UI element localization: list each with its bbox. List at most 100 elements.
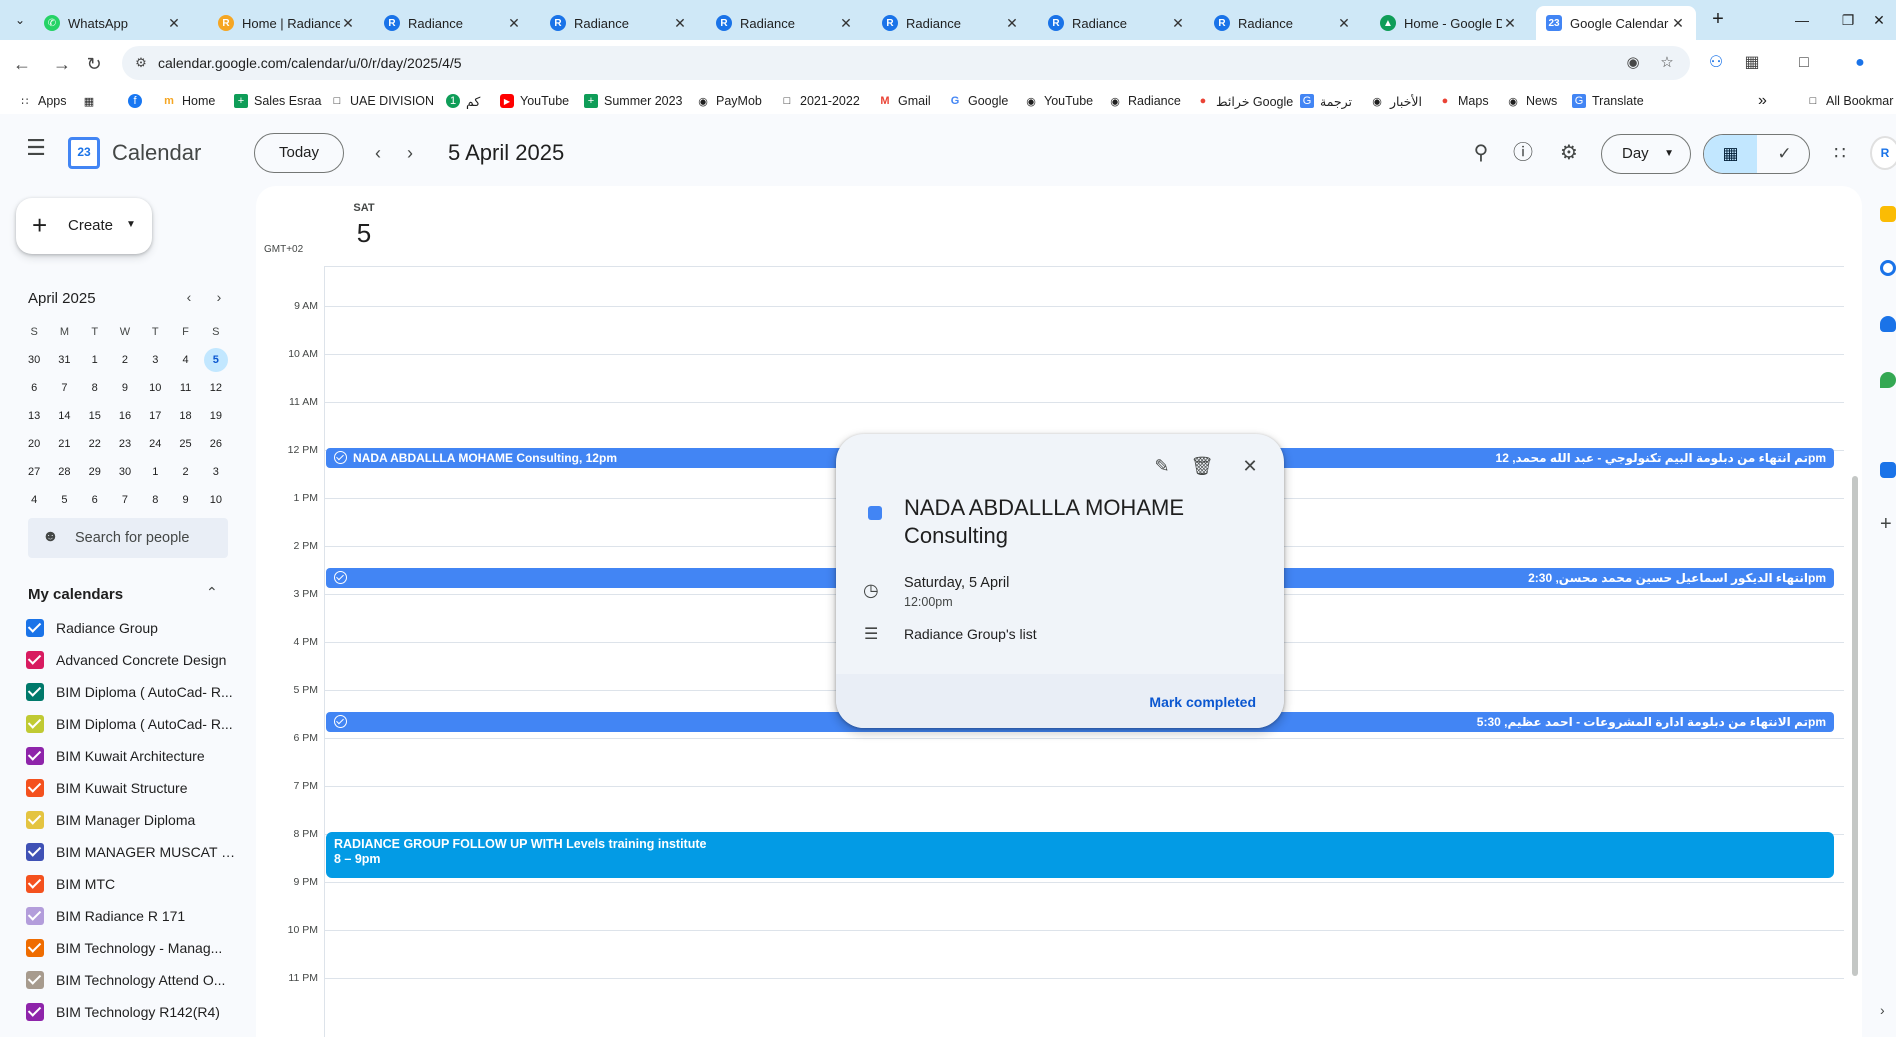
calendar-item[interactable]: Radiance Group bbox=[26, 612, 236, 644]
calendar-item[interactable]: BIM Technology R142(R4) bbox=[26, 996, 236, 1028]
edit-pencil-icon[interactable]: ✎ bbox=[1146, 450, 1178, 482]
eye-slash-icon[interactable]: ◉ bbox=[1624, 54, 1642, 72]
mini-day[interactable]: 9 bbox=[170, 486, 200, 514]
bookmark-youtube-2[interactable]: ◉ YouTube bbox=[1024, 91, 1093, 111]
day-header[interactable]: SAT 5 bbox=[344, 202, 384, 249]
calendar-item[interactable]: BIM Radiance R 171 bbox=[26, 900, 236, 932]
tab-radiance[interactable]: R Radiance ✕ bbox=[872, 6, 1030, 40]
mini-day[interactable]: 1 bbox=[140, 458, 170, 486]
close-tab-icon[interactable]: ✕ bbox=[166, 15, 182, 32]
mini-day[interactable]: 14 bbox=[49, 402, 79, 430]
bookmark-youtube[interactable]: ▶ YouTube bbox=[500, 91, 569, 111]
extensions-puzzle-icon[interactable]: ▦ bbox=[1740, 51, 1764, 75]
profile-avatar-icon[interactable]: ● bbox=[1848, 51, 1872, 75]
reload-icon[interactable]: ↻ bbox=[80, 50, 108, 78]
mini-day-selected[interactable]: 5 bbox=[201, 346, 231, 374]
my-calendars-title[interactable]: My calendars bbox=[28, 586, 123, 603]
checkbox-checked-icon[interactable] bbox=[26, 651, 44, 669]
reading-list-icon[interactable]: □ bbox=[1792, 51, 1816, 75]
mini-day[interactable]: 7 bbox=[49, 374, 79, 402]
mini-day[interactable]: 13 bbox=[19, 402, 49, 430]
url-text[interactable]: calendar.google.com/calendar/u/0/r/day/2… bbox=[158, 55, 462, 71]
mini-day[interactable]: 23 bbox=[110, 430, 140, 458]
tab-radiance[interactable]: R Radiance ✕ bbox=[540, 6, 698, 40]
bookmark-paymob[interactable]: ◉ PayMob bbox=[696, 91, 762, 111]
calendar-item[interactable]: BIM Technology - Manag... bbox=[26, 932, 236, 964]
forward-arrow-icon[interactable]: → bbox=[48, 50, 76, 78]
mini-day[interactable]: 19 bbox=[201, 402, 231, 430]
close-tab-icon[interactable]: ✕ bbox=[1670, 15, 1686, 32]
checkbox-checked-icon[interactable] bbox=[26, 683, 44, 701]
account-avatar[interactable]: R bbox=[1870, 136, 1896, 170]
close-tab-icon[interactable]: ✕ bbox=[340, 15, 356, 32]
delete-trash-icon[interactable]: 🗑 bbox=[1186, 450, 1218, 482]
mini-day[interactable]: 2 bbox=[110, 346, 140, 374]
bookmark-home[interactable]: m Home bbox=[162, 91, 215, 111]
mini-day[interactable]: 29 bbox=[80, 458, 110, 486]
bookmark-gmail[interactable]: M Gmail bbox=[878, 91, 930, 111]
back-arrow-icon[interactable]: ← bbox=[8, 50, 36, 78]
mini-day[interactable]: 24 bbox=[140, 430, 170, 458]
mini-day[interactable]: 4 bbox=[19, 486, 49, 514]
mini-next-month-icon[interactable]: › bbox=[208, 286, 230, 308]
next-period-icon[interactable]: › bbox=[398, 141, 422, 165]
calendar-item[interactable]: BIM Manager Diploma bbox=[26, 804, 236, 836]
maps-icon[interactable] bbox=[1880, 372, 1896, 388]
mark-completed-button[interactable]: Mark completed bbox=[1149, 694, 1256, 710]
bookmark-uae-division[interactable]: □ UAE DIVISION bbox=[330, 91, 434, 111]
bookmark-google-maps-ar[interactable]: ● خرائط Google bbox=[1196, 91, 1294, 111]
bookmark-facebook[interactable]: f bbox=[128, 91, 148, 111]
bookmark-star-icon[interactable]: ☆ bbox=[1658, 54, 1676, 72]
main-menu-icon[interactable]: ☰ bbox=[22, 136, 50, 160]
tab-home-radiance[interactable]: R Home | Radiance ✕ bbox=[208, 6, 366, 40]
search-for-people-input[interactable]: ☻ Search for people bbox=[28, 518, 228, 558]
mini-day[interactable]: 1 bbox=[80, 346, 110, 374]
checkbox-checked-icon[interactable] bbox=[26, 715, 44, 733]
close-tab-icon[interactable]: ✕ bbox=[672, 15, 688, 32]
close-tab-icon[interactable]: ✕ bbox=[1502, 15, 1518, 32]
mini-day[interactable]: 16 bbox=[110, 402, 140, 430]
mini-day[interactable]: 8 bbox=[140, 486, 170, 514]
chevron-up-icon[interactable]: ⌃ bbox=[206, 584, 218, 601]
zoom-icon[interactable] bbox=[1880, 462, 1896, 478]
checkbox-checked-icon[interactable] bbox=[26, 779, 44, 797]
tab-radiance[interactable]: R Radiance ✕ bbox=[1204, 6, 1362, 40]
mini-day[interactable]: 25 bbox=[170, 430, 200, 458]
previous-period-icon[interactable]: ‹ bbox=[366, 141, 390, 165]
bookmark-summer-2023[interactable]: + Summer 2023 bbox=[584, 91, 683, 111]
mini-day[interactable]: 6 bbox=[19, 374, 49, 402]
mini-day[interactable]: 8 bbox=[80, 374, 110, 402]
mini-day[interactable]: 10 bbox=[201, 486, 231, 514]
bookmark-translate-ar[interactable]: G ترجمة bbox=[1300, 91, 1352, 111]
mini-day[interactable]: 10 bbox=[140, 374, 170, 402]
checkbox-checked-icon[interactable] bbox=[26, 1003, 44, 1021]
mini-prev-month-icon[interactable]: ‹ bbox=[178, 286, 200, 308]
close-tab-icon[interactable]: ✕ bbox=[1336, 15, 1352, 32]
tab-radiance[interactable]: R Radiance ✕ bbox=[706, 6, 864, 40]
bookmark-google[interactable]: G Google bbox=[948, 91, 1009, 111]
keep-icon[interactable] bbox=[1880, 206, 1896, 222]
checkbox-checked-icon[interactable] bbox=[26, 619, 44, 637]
mini-day[interactable]: 20 bbox=[19, 430, 49, 458]
mini-day[interactable]: 4 bbox=[170, 346, 200, 374]
bookmark-news[interactable]: ◉ News bbox=[1506, 91, 1557, 111]
mini-day[interactable]: 3 bbox=[140, 346, 170, 374]
mini-day[interactable]: 31 bbox=[49, 346, 79, 374]
tasks-icon[interactable] bbox=[1880, 260, 1896, 276]
address-bar[interactable]: ⚙ calendar.google.com/calendar/u/0/r/day… bbox=[122, 46, 1690, 80]
view-switcher[interactable]: Day ▼ bbox=[1601, 134, 1691, 174]
calendar-logo[interactable]: 23 bbox=[68, 137, 100, 169]
tab-search-chevron-icon[interactable]: ⌄ bbox=[8, 8, 32, 32]
bookmark-news-ar[interactable]: ◉ الأخبار bbox=[1370, 91, 1422, 111]
close-tab-icon[interactable]: ✕ bbox=[838, 15, 854, 32]
close-tab-icon[interactable]: ✕ bbox=[1004, 15, 1020, 32]
search-icon[interactable]: ⚲ bbox=[1466, 138, 1496, 168]
mini-day[interactable]: 15 bbox=[80, 402, 110, 430]
mini-day[interactable]: 26 bbox=[201, 430, 231, 458]
mini-day[interactable]: 2 bbox=[170, 458, 200, 486]
calendar-item[interactable]: BIM MTC bbox=[26, 868, 236, 900]
site-info-icon[interactable]: ⚙ bbox=[132, 54, 150, 72]
bookmarks-overflow-icon[interactable]: » bbox=[1758, 91, 1767, 111]
calendar-event[interactable]: RADIANCE GROUP FOLLOW UP WITH Levels tra… bbox=[326, 832, 1834, 878]
help-icon[interactable]: ⓘ bbox=[1508, 138, 1538, 168]
